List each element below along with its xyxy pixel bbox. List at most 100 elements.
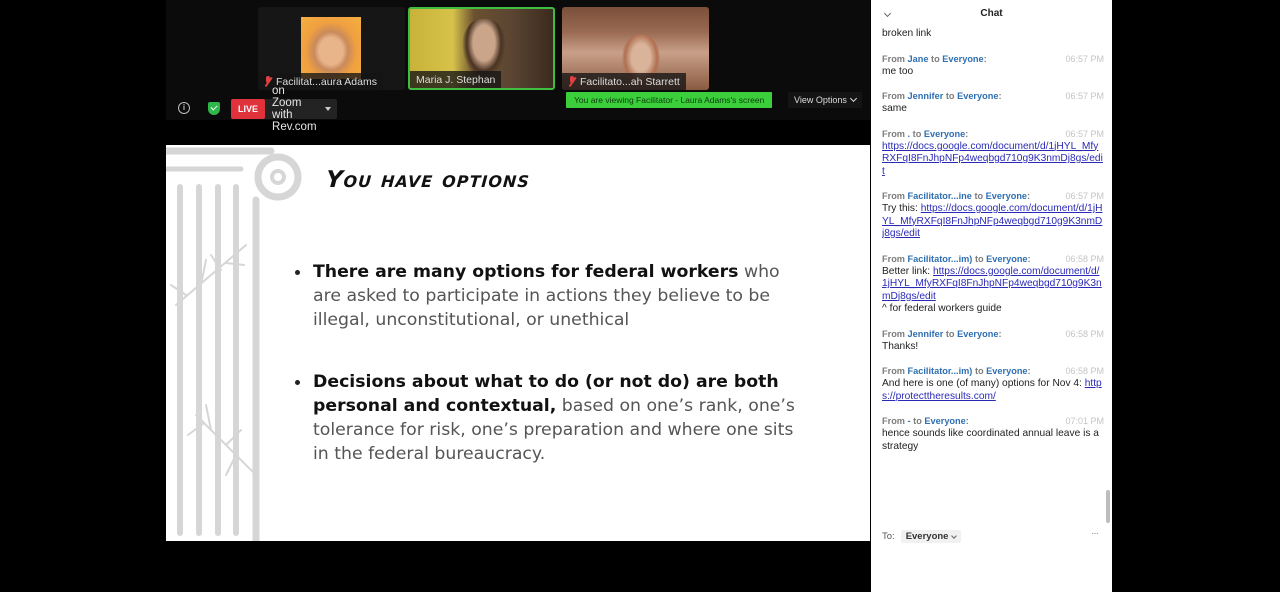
message-header: From Facilitator...im) to Everyone: 06:58… bbox=[882, 252, 1104, 266]
message-header: From Jennifer to Everyone: 06:58 PM bbox=[882, 327, 1104, 341]
message-header: From Facilitator...im) to Everyone: 06:58… bbox=[882, 364, 1104, 378]
message-time: 06:57 PM bbox=[1065, 128, 1104, 139]
message-sender-line: From Facilitator...im) to Everyone: bbox=[882, 253, 1031, 264]
participant-tile[interactable]: Facilitat...aura Adams bbox=[258, 7, 405, 90]
message-time: 06:57 PM bbox=[1065, 53, 1104, 64]
chat-message: From Jennifer to Everyone: 06:57 PM same bbox=[882, 89, 1104, 116]
recipient-name: Everyone bbox=[923, 128, 966, 139]
recipient-name: Everyone bbox=[957, 91, 999, 101]
bullet-dot bbox=[295, 270, 300, 275]
from-label: From bbox=[882, 91, 905, 101]
viewing-screen-banner: You are viewing Facilitator - Laura Adam… bbox=[566, 92, 773, 108]
slide-bullet: Decisions about what to do (or not do) a… bbox=[295, 370, 813, 466]
chevron-down-icon bbox=[849, 94, 857, 103]
message-sender-line: From . to Everyone: bbox=[882, 128, 969, 139]
sender-name: Facilitator...im) bbox=[907, 366, 973, 376]
chat-message: From - to Everyone: 07:01 PM hence sounds … bbox=[882, 414, 1104, 453]
message-sender-line: From - to Everyone: bbox=[882, 416, 969, 426]
message-body: Try this: https://docs.google.com/docume… bbox=[882, 203, 1104, 241]
participant-video bbox=[301, 17, 361, 79]
participant-name: Maria J. Stephan bbox=[416, 73, 496, 86]
message-text: Better link: bbox=[882, 265, 933, 277]
to-label: to bbox=[974, 253, 984, 264]
sender-name: Jennifer bbox=[907, 91, 944, 101]
live-stream-button[interactable]: LIVE on Zoom with Rev.com bbox=[231, 85, 337, 133]
chat-header: Chat bbox=[871, 0, 1112, 28]
participant-name: Facilitato...ah Starrett bbox=[580, 75, 680, 88]
more-options-button[interactable]: ··· bbox=[1091, 528, 1099, 539]
message-text: me too bbox=[882, 65, 914, 77]
message-sender-line: From Jane to Everyone: bbox=[882, 53, 987, 64]
to-label: to bbox=[945, 328, 955, 339]
message-header: From Facilitator...ine to Everyone: 06:57… bbox=[882, 189, 1104, 203]
chevron-down-icon bbox=[951, 532, 958, 539]
chat-message: broken link bbox=[882, 28, 1104, 41]
participant-tile[interactable]: Facilitato...ah Starrett bbox=[562, 7, 709, 90]
message-time: 06:58 PM bbox=[1065, 366, 1104, 376]
shield-check-icon[interactable] bbox=[208, 102, 220, 115]
message-text: same bbox=[882, 103, 907, 114]
recipient-name: Everyone bbox=[986, 366, 1028, 376]
chat-message: From Jennifer to Everyone: 06:58 PM Thanks… bbox=[882, 327, 1104, 354]
chat-title: Chat bbox=[980, 8, 1003, 19]
message-time: 06:58 PM bbox=[1065, 253, 1104, 264]
message-sender-line: From Facilitator...im) to Everyone: bbox=[882, 366, 1031, 376]
message-link[interactable]: https://docs.google.com/document/d/1jHYL… bbox=[882, 141, 1103, 177]
recipient-name: Everyone bbox=[985, 191, 1028, 201]
live-badge: LIVE bbox=[231, 99, 266, 119]
chat-messages-container: From Jane to Everyone: 06:57 PM me too From… bbox=[882, 52, 1104, 454]
view-options-button[interactable]: View Options bbox=[788, 92, 862, 108]
caret-down-icon bbox=[324, 107, 331, 111]
mic-muted-icon bbox=[568, 76, 576, 87]
to-label: to bbox=[974, 191, 984, 201]
recipient-name: Everyone bbox=[942, 53, 984, 64]
slide-title: You have options bbox=[325, 167, 531, 193]
from-label: From bbox=[882, 53, 905, 64]
to-label: to bbox=[945, 91, 955, 101]
message-body: me too bbox=[882, 66, 1104, 79]
meeting-area: Facilitat...aura Adams Maria J. Stephan … bbox=[166, 0, 870, 592]
from-label: From bbox=[882, 191, 905, 201]
view-options-label: View Options bbox=[794, 95, 847, 105]
from-label: From bbox=[882, 128, 905, 139]
participant-name-bar: Maria J. Stephan bbox=[410, 71, 502, 88]
recipient-label: To: bbox=[882, 531, 895, 542]
chat-recipient-row: To: Everyone bbox=[882, 530, 962, 543]
from-label: From bbox=[882, 328, 905, 339]
from-label: From bbox=[882, 416, 905, 426]
chat-message: From Jane to Everyone: 06:57 PM me too bbox=[882, 52, 1104, 79]
to-label: to bbox=[912, 128, 922, 139]
message-header: From Jane to Everyone: 06:57 PM bbox=[882, 52, 1104, 66]
chat-scrollbar[interactable] bbox=[1106, 490, 1110, 523]
message-time: 06:57 PM bbox=[1065, 91, 1104, 101]
chat-message: From Facilitator...im) to Everyone: 06:58… bbox=[882, 252, 1104, 316]
chat-message: From Facilitator...im) to Everyone: 06:58… bbox=[882, 364, 1104, 403]
sender-name: - bbox=[907, 416, 911, 426]
sender-name: Jane bbox=[907, 53, 929, 64]
recipient-select[interactable]: Everyone bbox=[900, 530, 962, 543]
sender-name: Jennifer bbox=[907, 328, 944, 339]
sender-name: . bbox=[907, 128, 911, 139]
participant-tile-active-speaker[interactable]: Maria J. Stephan bbox=[408, 7, 555, 90]
bullet-bold-text: There are many options for federal worke… bbox=[313, 262, 739, 282]
message-text: Try this: bbox=[882, 203, 921, 214]
recipient-name: Everyone bbox=[924, 416, 966, 426]
message-sender-line: From Facilitator...ine to Everyone: bbox=[882, 191, 1031, 201]
message-text: hence sounds like coordinated annual lea… bbox=[882, 428, 1099, 452]
chat-message: From . to Everyone: 06:57 PM https://docs.… bbox=[882, 127, 1104, 179]
message-text: And here is one (of many) options for No… bbox=[882, 378, 1085, 389]
message-body: https://docs.google.com/document/d/1jHYL… bbox=[882, 141, 1104, 179]
message-body: Thanks! bbox=[882, 341, 1104, 354]
participant-strip: Facilitat...aura Adams Maria J. Stephan … bbox=[166, 0, 870, 133]
chat-message-list[interactable]: broken link From Jane to Everyone: 06:57 … bbox=[882, 28, 1104, 524]
chat-message: From Facilitator...ine to Everyone: 06:57… bbox=[882, 189, 1104, 241]
live-stream-label: on Zoom with Rev.com bbox=[272, 85, 317, 133]
message-time: 06:58 PM bbox=[1065, 328, 1104, 339]
message-time: 06:57 PM bbox=[1065, 191, 1104, 201]
info-icon[interactable]: i bbox=[178, 102, 190, 114]
from-label: From bbox=[882, 253, 905, 264]
message-header: From - to Everyone: 07:01 PM bbox=[882, 414, 1104, 428]
slide-bullet: There are many options for federal worke… bbox=[295, 260, 813, 332]
from-label: From bbox=[882, 366, 905, 376]
message-body: same bbox=[882, 103, 1104, 116]
